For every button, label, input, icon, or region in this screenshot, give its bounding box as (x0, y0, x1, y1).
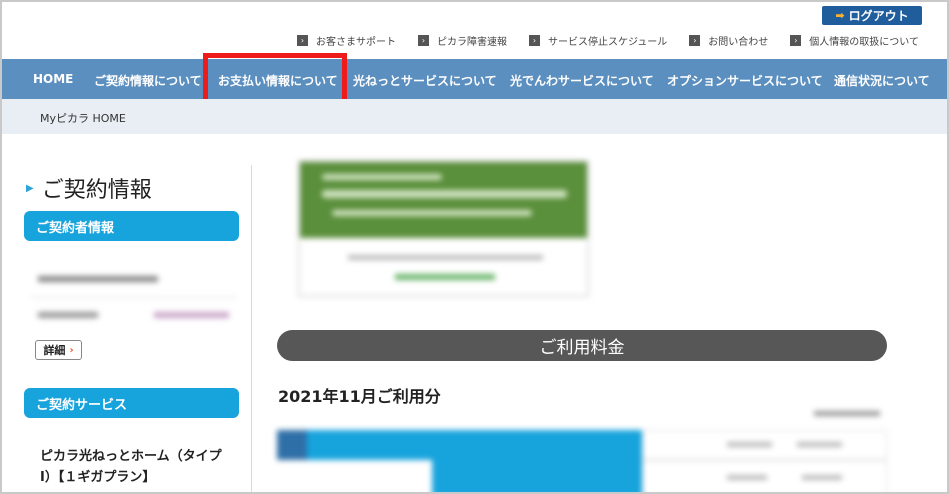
utility-link-privacy[interactable]: › 個人情報の取扱について (790, 33, 919, 48)
nav-item-option-service[interactable]: オプションサービスについて (667, 72, 823, 89)
chevron-right-icon: › (790, 35, 802, 46)
utility-link-schedule[interactable]: › サービス停止スケジュール (528, 33, 667, 48)
breadcrumb-home-link[interactable]: Myピカラ HOME (40, 110, 126, 126)
logout-label: ログアウト (848, 9, 909, 23)
nav-item-home[interactable]: HOME (33, 72, 73, 86)
utility-link-outage[interactable]: › ピカラ障害速報 (417, 33, 507, 48)
main-nav: HOME ご契約情報について お支払い情報について 光ねっとサービスについて 光… (2, 59, 947, 99)
tax-note-blurred (814, 411, 880, 416)
chevron-right-icon: › (528, 35, 540, 46)
arrow-right-icon: ➡ (835, 9, 845, 22)
triangle-right-icon: ▶ (26, 182, 34, 194)
nav-item-connection-status[interactable]: 通信状況について (834, 72, 930, 89)
sidebar-divider (251, 165, 252, 492)
service-name: ピカラ光ねっとホーム（タイプⅠ）【１ギガプラン】 (40, 449, 222, 485)
nav-item-contract[interactable]: ご契約情報について (94, 72, 202, 89)
billing-table-blurred (277, 427, 889, 492)
sidebar-title: ▶ ご契約情報 (26, 178, 152, 203)
nav-item-net-service[interactable]: 光ねっとサービスについて (353, 72, 497, 89)
usage-fee-header: ご利用料金 (277, 330, 887, 361)
nav-item-phone-service[interactable]: 光でんわサービスについて (510, 72, 654, 89)
chevron-right-icon: › (296, 35, 308, 46)
detail-button[interactable]: 詳細 › (35, 340, 82, 360)
utility-links: › お客さまサポート › ピカラ障害速報 › サービス停止スケジュール › お問い合わせ… (296, 33, 919, 48)
utility-link-contact[interactable]: › お問い合わせ (689, 33, 768, 48)
breadcrumb: Myピカラ HOME (2, 99, 947, 134)
logout-button[interactable]: ➡ ログアウト (822, 6, 922, 25)
highlight-box (203, 53, 347, 105)
services-header: ご契約サービス (24, 388, 239, 418)
chevron-right-icon: › (69, 344, 74, 356)
promo-banner[interactable] (298, 160, 589, 297)
contractor-info-header: ご契約者情報 (24, 211, 239, 241)
billing-month: 2021年11月ご利用分 (278, 387, 441, 406)
chevron-right-icon: › (417, 35, 429, 46)
utility-link-support[interactable]: › お客さまサポート (296, 33, 396, 48)
app-window: ➡ ログアウト › お客さまサポート › ピカラ障害速報 › サービス停止スケジュール… (0, 0, 949, 494)
chevron-right-icon: › (689, 35, 701, 46)
